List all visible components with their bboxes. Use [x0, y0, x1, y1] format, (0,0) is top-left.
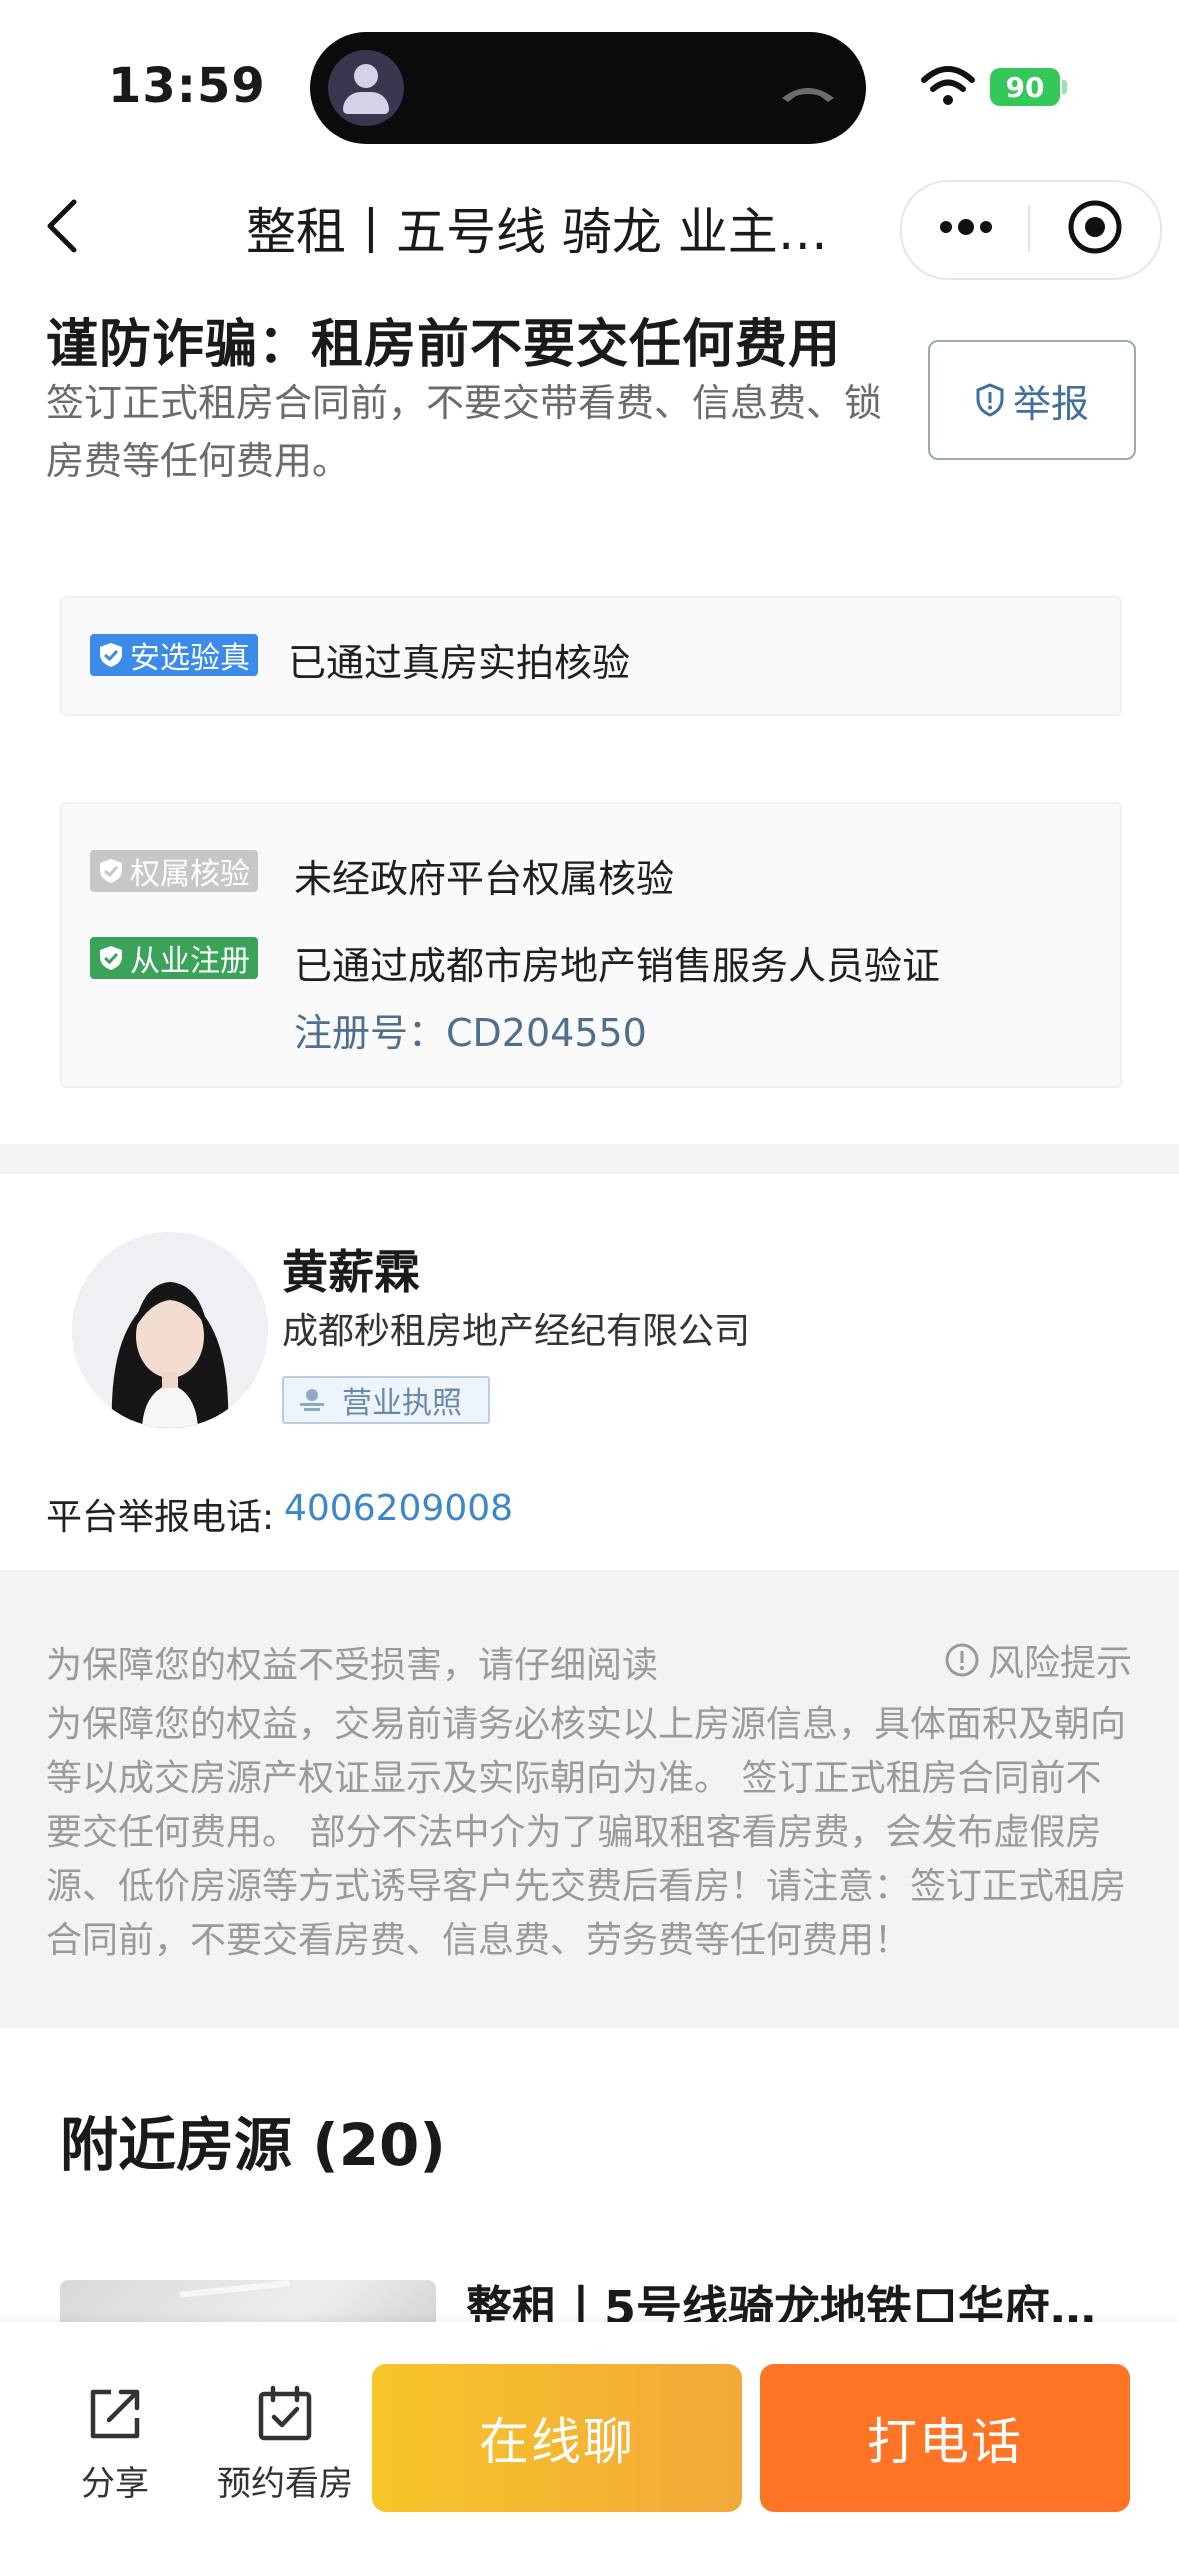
info-alert-icon [945, 1643, 979, 1677]
book-viewing-button[interactable]: 预约看房 [210, 2384, 360, 2505]
section-divider [0, 1144, 1179, 1174]
business-license-label: 营业执照 [342, 1386, 462, 1421]
share-label: 分享 [81, 2464, 149, 2504]
risk-tip-button[interactable]: 风险提示 [944, 1634, 1132, 1686]
ownership-tag: 权属核验 [90, 850, 258, 892]
person-id-icon [300, 1389, 324, 1411]
shield-alert-icon [976, 383, 1004, 417]
status-time: 13:59 [108, 58, 266, 114]
verified-tag: 安选验真 [90, 634, 258, 676]
report-hotline-number[interactable]: 4006209008 [284, 1488, 513, 1529]
end-call-icon [782, 88, 834, 102]
practitioner-tag: 从业注册 [90, 937, 258, 979]
book-viewing-label: 预约看房 [217, 2464, 353, 2504]
agent-name: 黄薪霖 [282, 1245, 420, 1299]
risk-notice-body: 为保障您的权益，交易前请务必核实以上房源信息，具体面积及朝向等以成交房源产权证显… [46, 1704, 1127, 1961]
check-shield-icon [100, 859, 122, 883]
practitioner-verify-text: 已通过成都市房地产销售服务人员验证 [294, 944, 941, 988]
business-license-button[interactable]: 营业执照 [282, 1376, 490, 1424]
battery-nub [1062, 80, 1067, 94]
battery-charging-icon: 90 [990, 68, 1060, 106]
registration-number: 注册号：CD204550 [294, 1011, 647, 1055]
risk-tip-label: 风险提示 [988, 1643, 1133, 1684]
risk-notice-heading: 为保障您的权益不受损害，请仔细阅读 [46, 1645, 659, 1686]
agent-company: 成都秒租房地产经纪有限公司 [282, 1311, 751, 1352]
target-circle-icon[interactable] [1066, 198, 1124, 256]
online-chat-button[interactable]: 在线聊 [372, 2364, 742, 2512]
check-shield-icon [100, 946, 122, 970]
agent-avatar[interactable] [72, 1232, 268, 1428]
back-arrow-icon[interactable] [42, 196, 82, 256]
fraud-warning-body: 签订正式租房合同前，不要交带看费、信息费、锁房费等任何费用。 [46, 381, 883, 483]
share-icon [90, 2389, 140, 2439]
fraud-warning-title: 谨防诈骗：租房前不要交任何费用 [46, 315, 842, 375]
verified-tag-label: 安选验真 [130, 641, 250, 676]
calendar-check-icon [258, 2385, 312, 2441]
more-dots-icon[interactable] [936, 214, 996, 240]
call-button[interactable]: 打电话 [760, 2364, 1130, 2512]
page-title: 整租丨五号线 骑龙 业主直租 [246, 203, 846, 261]
report-button[interactable]: 举报 [928, 340, 1136, 460]
wifi-icon [921, 66, 975, 105]
share-button[interactable]: 分享 [40, 2384, 190, 2505]
capsule-divider [1028, 206, 1030, 252]
battery-level: 90 [1005, 70, 1045, 104]
dynamic-island[interactable] [310, 32, 866, 144]
practitioner-tag-label: 从业注册 [130, 944, 250, 979]
contact-avatar-icon [328, 50, 404, 126]
ownership-tag-label: 权属核验 [130, 857, 250, 892]
ownership-verify-text: 未经政府平台权属核验 [294, 857, 675, 901]
report-hotline-label: 平台举报电话: [46, 1497, 275, 1538]
real-photo-verify-text: 已通过真房实拍核验 [288, 641, 631, 685]
nearby-listings-title: 附近房源 (20) [60, 2111, 446, 2179]
report-label: 举报 [1012, 381, 1089, 426]
check-shield-icon [100, 643, 122, 667]
